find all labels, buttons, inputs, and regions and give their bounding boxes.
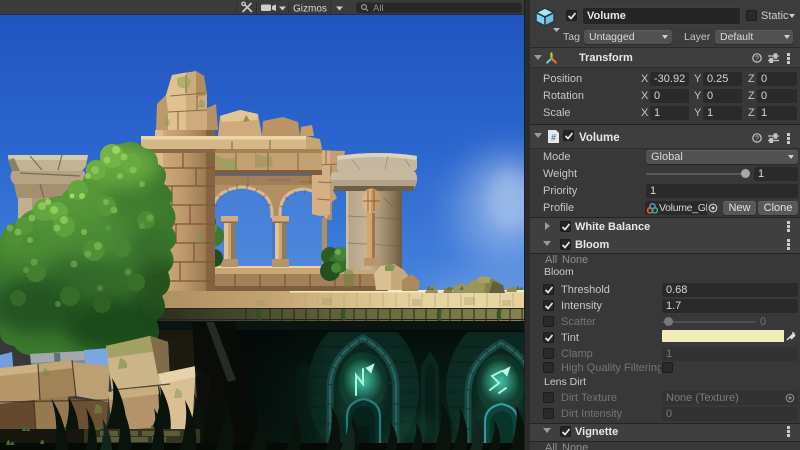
svg-text:All: All [373,3,384,14]
svg-text:?: ? [755,136,759,143]
svg-text:Gizmos: Gizmos [293,4,327,15]
svg-text:#: # [551,133,556,143]
svg-text:?: ? [755,56,759,63]
